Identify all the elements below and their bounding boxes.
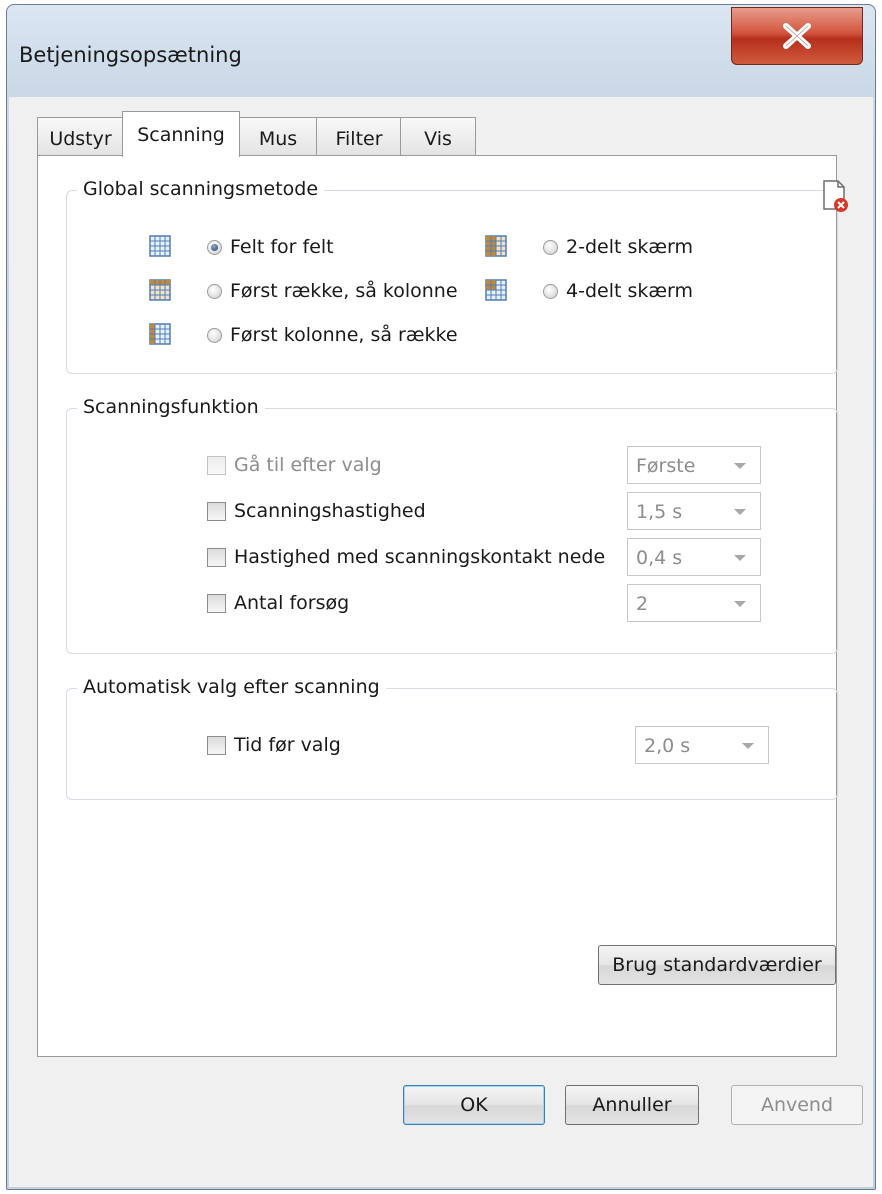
- checkbox-label: Hastighed med scanningskontakt nede: [234, 546, 606, 568]
- checkbox-label: Scanningshastighed: [234, 500, 426, 522]
- ok-button[interactable]: OK: [403, 1085, 545, 1125]
- radio-label: 2-delt skærm: [566, 236, 694, 258]
- chevron-down-icon: [734, 555, 746, 561]
- grid-split4-icon: [485, 279, 507, 301]
- dropdown-value: 2,0 s: [644, 735, 691, 757]
- tab-scanning[interactable]: Scanning: [122, 111, 240, 157]
- radio-indicator[interactable]: [207, 327, 222, 343]
- apply-button[interactable]: Anvend: [731, 1085, 863, 1125]
- checkbox-attempts[interactable]: Antal forsøg: [207, 589, 349, 617]
- checkbox-label: Antal forsøg: [234, 592, 350, 614]
- radio-label: Først række, så kolonne: [230, 280, 458, 302]
- attempts-dropdown[interactable]: 2: [627, 584, 761, 622]
- checkbox-label: Gå til efter valg: [234, 454, 382, 476]
- tab-udstyr[interactable]: Udstyr: [37, 117, 124, 155]
- chevron-down-icon: [742, 743, 754, 749]
- checkbox-label: Tid før valg: [234, 734, 341, 756]
- dialog-window: Betjeningsopsætning Udstyr Scanning Mus …: [6, 4, 876, 1190]
- radio-label: 4-delt skærm: [566, 280, 694, 302]
- use-defaults-button[interactable]: Brug standardværdier: [598, 945, 836, 985]
- close-button[interactable]: [731, 7, 863, 65]
- auto-select-group: Automatisk valg efter scanning Tid før v…: [66, 676, 838, 800]
- dropdown-value: 1,5 s: [636, 501, 683, 523]
- speed-switch-down-dropdown[interactable]: 0,4 s: [627, 538, 761, 576]
- scan-function-title: Scanningsfunktion: [77, 396, 265, 418]
- checkbox-indicator[interactable]: [207, 547, 226, 567]
- radio-label: Først kolonne, så række: [230, 324, 458, 346]
- checkbox-speed-switch-down[interactable]: Hastighed med scanningskontakt nede: [207, 543, 605, 571]
- scan-speed-dropdown[interactable]: 1,5 s: [627, 492, 761, 530]
- chevron-down-icon: [734, 463, 746, 469]
- radio-indicator[interactable]: [207, 239, 222, 255]
- dropdown-value: Første: [636, 455, 696, 477]
- checkbox-scan-speed[interactable]: Scanningshastighed: [207, 497, 426, 525]
- checkbox-indicator[interactable]: [207, 455, 226, 475]
- grid-row-icon: [149, 279, 171, 301]
- time-before-select-dropdown[interactable]: 2,0 s: [635, 726, 769, 764]
- radio-2-split-screen[interactable]: 2-delt skærm: [543, 233, 693, 261]
- grid-cell-icon: [149, 235, 171, 257]
- chevron-down-icon: [734, 601, 746, 607]
- dialog-client: Udstyr Scanning Mus Filter Vis Global sc…: [9, 97, 873, 1187]
- dropdown-value: 2: [636, 593, 649, 615]
- checkbox-indicator[interactable]: [207, 501, 226, 521]
- radio-4-split-screen[interactable]: 4-delt skærm: [543, 277, 693, 305]
- title-bar[interactable]: Betjeningsopsætning: [7, 5, 875, 97]
- global-method-title: Global scanningsmetode: [77, 178, 325, 200]
- checkbox-go-to-after-select[interactable]: Gå til efter valg: [207, 451, 382, 479]
- window-title: Betjeningsopsætning: [19, 43, 242, 67]
- checkbox-indicator[interactable]: [207, 593, 226, 613]
- tab-vis[interactable]: Vis: [400, 117, 476, 155]
- cancel-button[interactable]: Annuller: [565, 1085, 699, 1125]
- close-icon: [783, 23, 811, 49]
- radio-indicator[interactable]: [543, 283, 558, 299]
- go-to-after-select-dropdown[interactable]: Første: [627, 446, 761, 484]
- radio-indicator[interactable]: [207, 283, 222, 299]
- dropdown-value: 0,4 s: [636, 547, 683, 569]
- checkbox-indicator[interactable]: [207, 735, 226, 755]
- reset-document-icon[interactable]: [821, 179, 851, 213]
- global-method-group: Global scanningsmetode Felt for felt Før…: [66, 178, 848, 374]
- radio-felt-for-felt[interactable]: Felt for felt: [207, 233, 334, 261]
- checkbox-time-before-select[interactable]: Tid før valg: [207, 731, 341, 759]
- scanning-tab-panel: Global scanningsmetode Felt for felt Før…: [37, 155, 848, 1057]
- radio-row-then-column[interactable]: Først række, så kolonne: [207, 277, 458, 305]
- chevron-down-icon: [734, 509, 746, 515]
- tab-filter[interactable]: Filter: [316, 117, 402, 155]
- tab-mus[interactable]: Mus: [238, 117, 318, 155]
- radio-label: Felt for felt: [230, 236, 334, 258]
- radio-indicator[interactable]: [543, 239, 558, 255]
- auto-select-title: Automatisk valg efter scanning: [77, 676, 386, 698]
- grid-column-icon: [149, 323, 171, 345]
- scan-function-group: Scanningsfunktion Gå til efter valg Førs…: [66, 396, 838, 654]
- grid-split2-icon: [485, 235, 507, 257]
- radio-column-then-row[interactable]: Først kolonne, så række: [207, 321, 458, 349]
